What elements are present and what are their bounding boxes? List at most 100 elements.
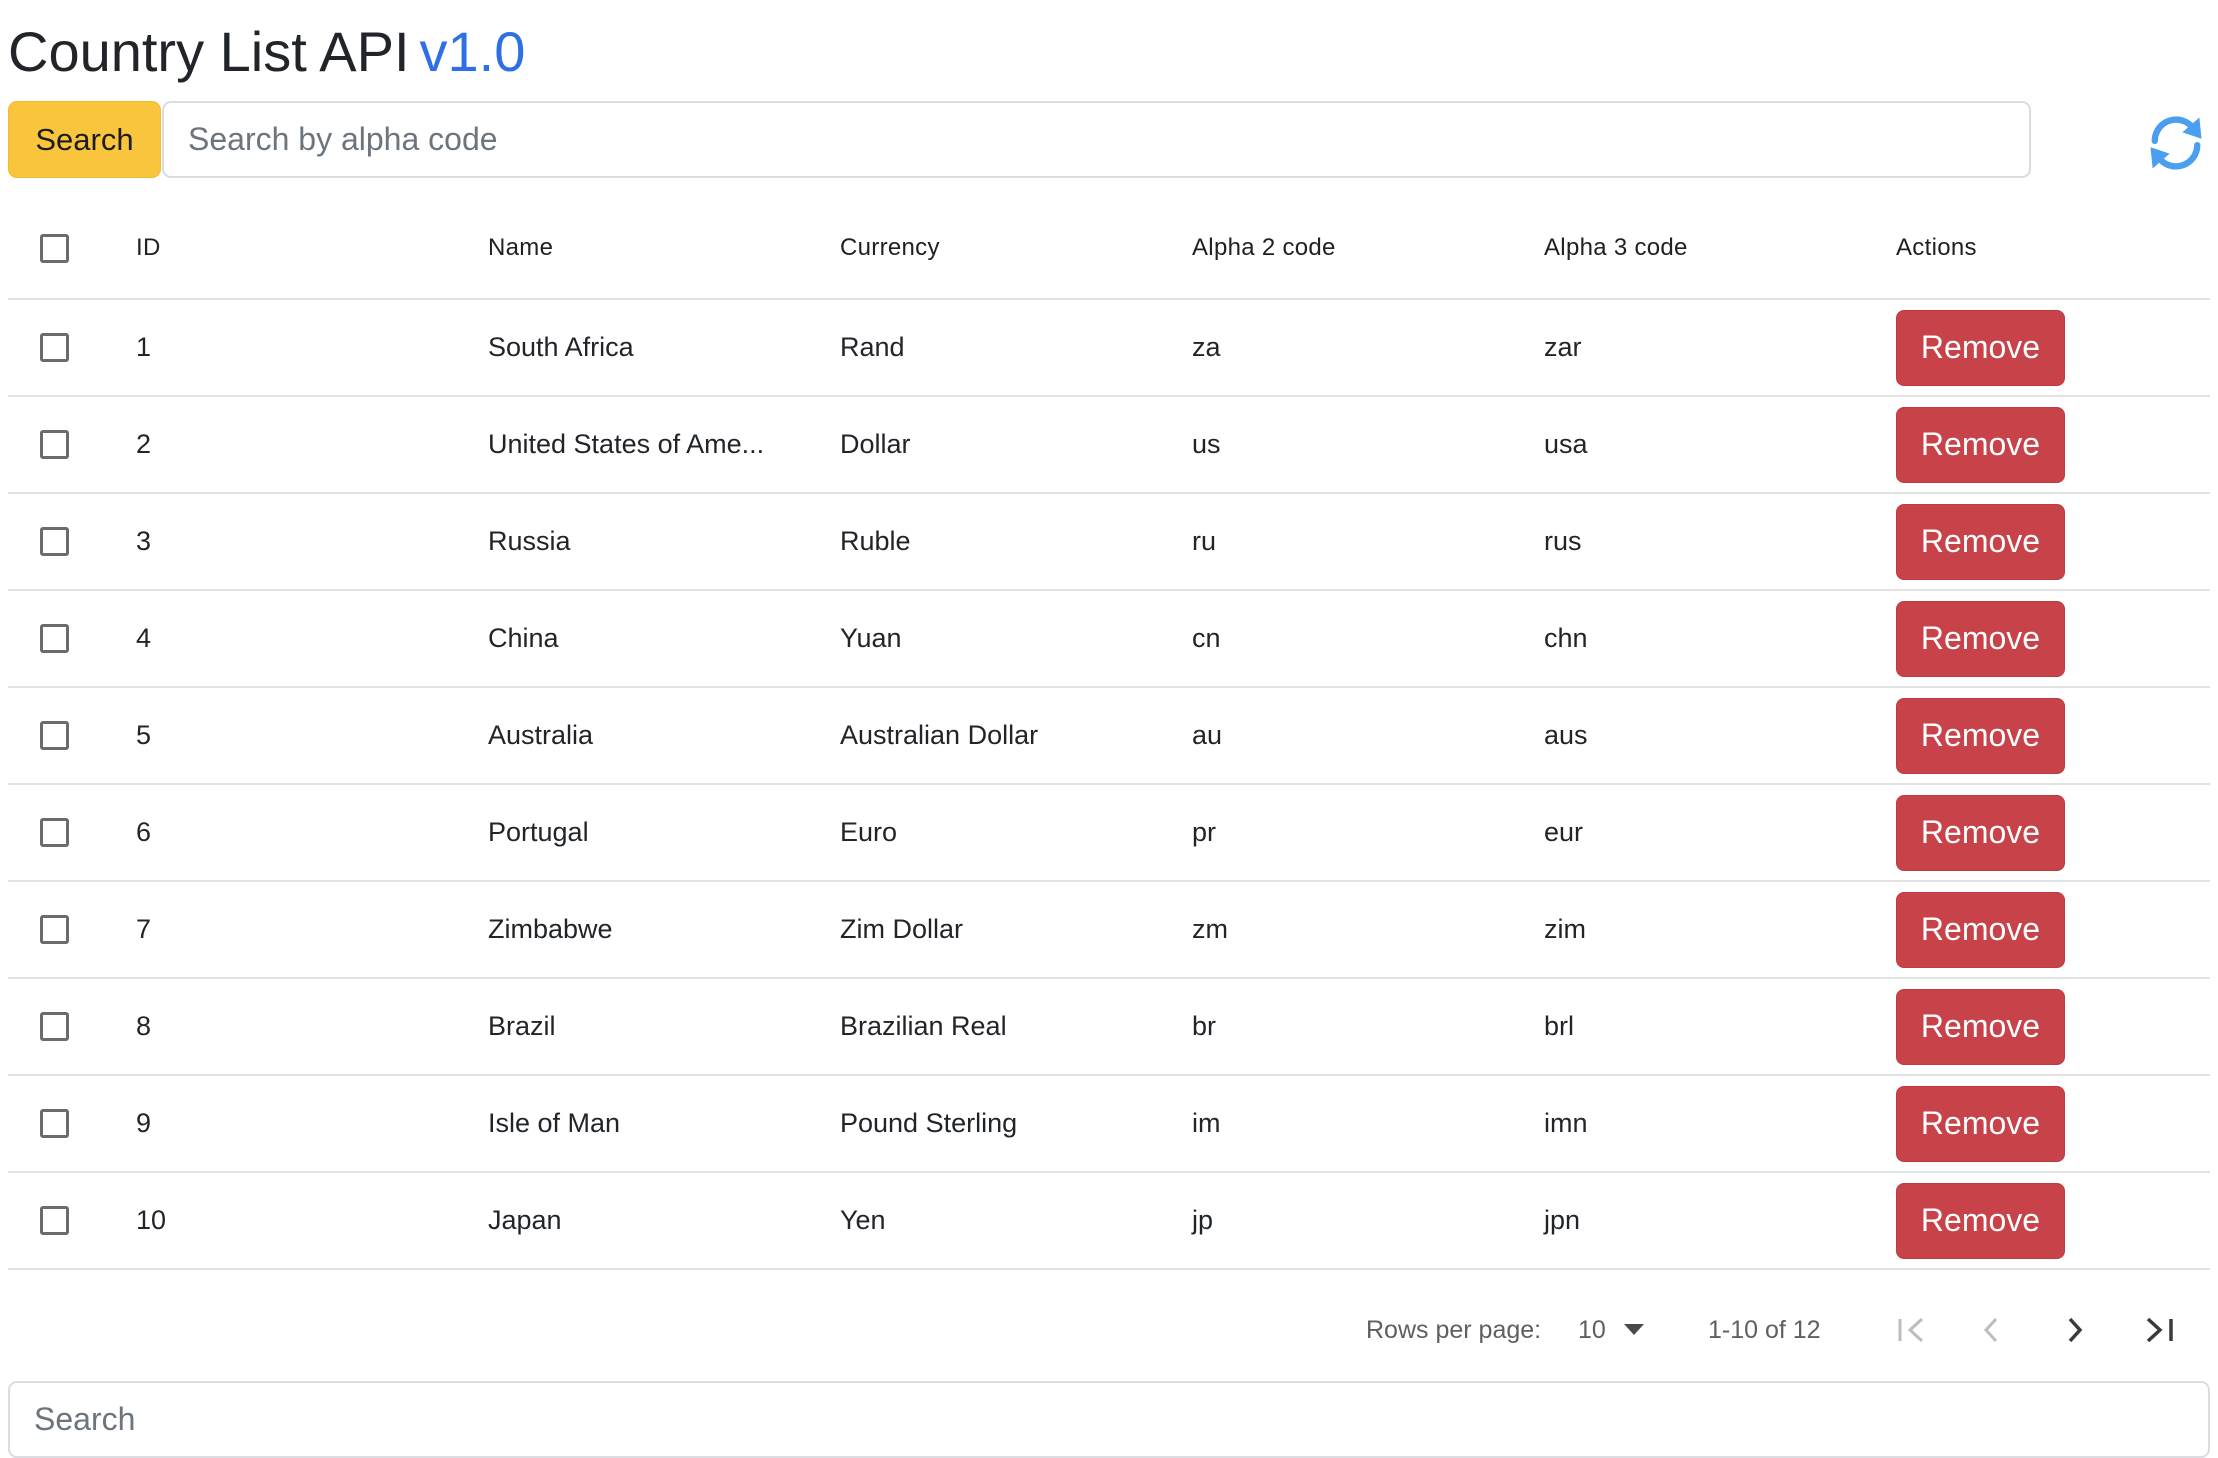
cell-currency: Yuan: [840, 623, 902, 653]
cell-alpha3: aus: [1544, 720, 1588, 750]
cell-id: 6: [136, 817, 152, 847]
cell-alpha3: brl: [1544, 1011, 1575, 1041]
cell-actions: Remove: [1896, 1076, 2065, 1171]
cell-alpha3: imn: [1544, 1108, 1588, 1138]
row-checkbox-cell: [40, 882, 69, 977]
table-row: 3 Russia Ruble ru rus Remove: [8, 494, 2210, 591]
page-range-text: 1-10 of 12: [1708, 1315, 1821, 1344]
cell-alpha2: im: [1192, 1108, 1221, 1138]
cell-alpha2: br: [1192, 1011, 1217, 1041]
table-row: 10 Japan Yen jp jpn Remove: [8, 1173, 2210, 1270]
bottom-search-input[interactable]: [8, 1381, 2210, 1458]
pagination-bar: Rows per page: 10 1-10 of 12: [0, 1300, 2218, 1360]
column-header-alpha3[interactable]: Alpha 3 code: [1544, 198, 1688, 298]
search-button[interactable]: Search: [8, 101, 161, 178]
row-checkbox[interactable]: [40, 430, 69, 459]
cell-actions: Remove: [1896, 688, 2065, 783]
table-row: 5 Australia Australian Dollar au aus Rem…: [8, 688, 2210, 785]
refresh-icon[interactable]: [2142, 109, 2210, 177]
remove-button[interactable]: Remove: [1896, 794, 2065, 871]
cell-currency: Rand: [840, 332, 905, 362]
first-page-icon[interactable]: [1896, 1300, 1930, 1360]
select-all-cell: [40, 198, 69, 298]
cell-id: 9: [136, 1108, 152, 1138]
cell-actions: Remove: [1896, 300, 2065, 395]
cell-currency: Pound Sterling: [840, 1108, 1018, 1138]
table-row: 7 Zimbabwe Zim Dollar zm zim Remove: [8, 882, 2210, 979]
country-list-page: Country List APIv1.0 Search ID Name Curr…: [0, 0, 2218, 1458]
cell-actions: Remove: [1896, 1173, 2065, 1268]
row-checkbox-cell: [40, 494, 69, 589]
cell-actions: Remove: [1896, 397, 2065, 492]
cell-id: 3: [136, 526, 152, 556]
remove-button[interactable]: Remove: [1896, 503, 2065, 580]
row-checkbox[interactable]: [40, 527, 69, 556]
row-checkbox[interactable]: [40, 818, 69, 847]
row-checkbox-cell: [40, 300, 69, 395]
cell-actions: Remove: [1896, 785, 2065, 880]
cell-alpha3: eur: [1544, 817, 1584, 847]
column-header-name[interactable]: Name: [488, 198, 553, 298]
column-header-currency[interactable]: Currency: [840, 198, 940, 298]
remove-button[interactable]: Remove: [1896, 1182, 2065, 1259]
cell-id: 8: [136, 1011, 152, 1041]
cell-name: Russia: [488, 526, 571, 556]
row-checkbox[interactable]: [40, 624, 69, 653]
cell-currency: Australian Dollar: [840, 720, 1039, 750]
last-page-icon[interactable]: [2142, 1300, 2176, 1360]
cell-currency: Yen: [840, 1205, 886, 1235]
chevron-left-icon[interactable]: [1980, 1300, 2004, 1360]
row-checkbox[interactable]: [40, 721, 69, 750]
cell-currency: Euro: [840, 817, 898, 847]
table-row: 1 South Africa Rand za zar Remove: [8, 300, 2210, 397]
cell-id: 2: [136, 429, 152, 459]
cell-id: 10: [136, 1205, 167, 1235]
cell-currency: Brazilian Real: [840, 1011, 1007, 1041]
row-checkbox-cell: [40, 397, 69, 492]
row-checkbox[interactable]: [40, 1109, 69, 1138]
alpha-code-search-input[interactable]: [162, 101, 2031, 178]
version-label: v1.0: [419, 20, 526, 83]
cell-alpha2: zm: [1192, 914, 1228, 944]
remove-button[interactable]: Remove: [1896, 406, 2065, 483]
column-header-id[interactable]: ID: [136, 198, 161, 298]
cell-alpha2: au: [1192, 720, 1223, 750]
caret-down-icon[interactable]: [1624, 1300, 1644, 1360]
cell-alpha2: jp: [1192, 1205, 1214, 1235]
cell-name: United States of Ame...: [488, 429, 765, 459]
row-checkbox[interactable]: [40, 1206, 69, 1235]
cell-name: Australia: [488, 720, 594, 750]
column-header-actions: Actions: [1896, 234, 1977, 261]
cell-id: 1: [136, 332, 152, 362]
select-all-checkbox[interactable]: [40, 233, 69, 263]
remove-button[interactable]: Remove: [1896, 988, 2065, 1065]
cell-actions: Remove: [1896, 591, 2065, 686]
remove-button[interactable]: Remove: [1896, 697, 2065, 774]
cell-actions: Remove: [1896, 979, 2065, 1074]
cell-alpha3: jpn: [1544, 1205, 1581, 1235]
chevron-right-icon[interactable]: [2062, 1300, 2086, 1360]
row-checkbox[interactable]: [40, 915, 69, 944]
row-checkbox-cell: [40, 785, 69, 880]
row-checkbox[interactable]: [40, 1012, 69, 1041]
remove-button[interactable]: Remove: [1896, 309, 2065, 386]
cell-alpha3: zar: [1544, 332, 1582, 362]
cell-alpha2: cn: [1192, 623, 1221, 653]
app-title: Country List API: [8, 20, 410, 83]
column-header-alpha2[interactable]: Alpha 2 code: [1192, 198, 1336, 298]
row-checkbox-cell: [40, 979, 69, 1074]
cell-name: Portugal: [488, 817, 589, 847]
cell-alpha3: chn: [1544, 623, 1588, 653]
cell-name: Brazil: [488, 1011, 556, 1041]
remove-button[interactable]: Remove: [1896, 1085, 2065, 1162]
cell-currency: Ruble: [840, 526, 911, 556]
cell-alpha2: pr: [1192, 817, 1217, 847]
remove-button[interactable]: Remove: [1896, 600, 2065, 677]
row-checkbox[interactable]: [40, 333, 69, 362]
remove-button[interactable]: Remove: [1896, 891, 2065, 968]
table-row: 9 Isle of Man Pound Sterling im imn Remo…: [8, 1076, 2210, 1173]
rows-per-page-select[interactable]: 10: [1578, 1300, 1606, 1360]
cell-alpha2: us: [1192, 429, 1221, 459]
country-table: ID Name Currency Alpha 2 code Alpha 3 co…: [8, 198, 2210, 1270]
cell-currency: Zim Dollar: [840, 914, 964, 944]
